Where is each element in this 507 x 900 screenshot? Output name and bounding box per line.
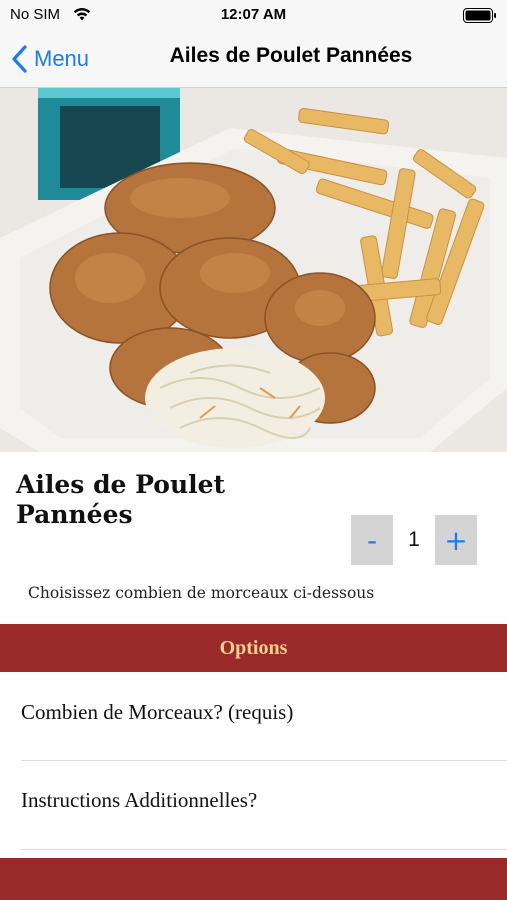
divider [21,849,507,850]
add-to-cart-bar[interactable] [0,858,507,900]
options-header: Options [0,624,507,672]
chevron-left-icon [12,45,27,73]
option-row-instructions[interactable]: Instructions Additionnelles? [0,760,507,848]
option-row-pieces[interactable]: Combien de Morceaux? (requis) [0,672,507,760]
options-header-label: Options [219,636,288,659]
status-time: 12:07 AM [220,6,287,23]
item-title: Ailes de Poulet Pannées [16,470,226,529]
quantity-value: 1 [408,528,420,551]
navigation-bar: Menu Ailes de Poulet Pannées [0,32,507,88]
nav-title: Ailes de Poulet Pannées [169,44,413,67]
back-label: Menu [34,46,90,71]
option-row-label: Combien de Morceaux? (requis) [21,700,294,724]
status-bar: No SIM 12:07 AM [0,0,507,32]
battery-icon [463,8,496,23]
item-description: Choisissez combien de morceaux ci-dessou… [28,584,375,602]
increase-quantity-button[interactable]: + [435,515,477,565]
decrease-quantity-button[interactable]: - [351,515,393,565]
quantity-stepper: - 1 + [351,515,485,565]
option-row-label: Instructions Additionnelles? [21,788,258,812]
food-photo [0,88,507,452]
back-button[interactable]: Menu [10,42,89,76]
